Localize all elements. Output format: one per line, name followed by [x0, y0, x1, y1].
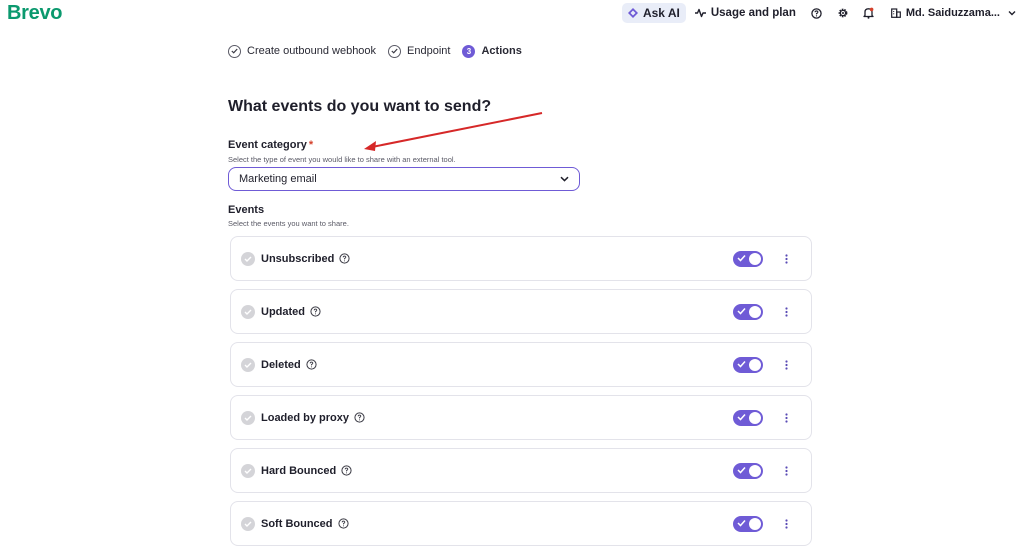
check-icon: [737, 254, 746, 262]
event-name: Soft Bounced: [261, 517, 333, 530]
event-category-select[interactable]: Marketing email: [228, 167, 580, 191]
more-options-icon[interactable]: [781, 305, 791, 319]
event-toggle[interactable]: [733, 356, 763, 373]
event-toggle[interactable]: [733, 303, 763, 320]
event-toggle[interactable]: [733, 250, 763, 267]
check-icon: [737, 307, 746, 315]
gear-icon: [838, 8, 848, 18]
question-circle-icon: [811, 7, 823, 19]
chevron-down-icon: [560, 176, 569, 182]
check-circle-icon[interactable]: [241, 516, 255, 531]
step-label: Endpoint: [407, 45, 451, 57]
toggle-knob: [749, 358, 761, 371]
user-name: Md. Saiduzzama...: [905, 7, 1000, 19]
activity-icon: [694, 8, 706, 18]
bell-icon: [863, 7, 875, 19]
help-button[interactable]: [809, 5, 825, 21]
event-row[interactable]: Soft Bounced: [230, 501, 812, 546]
usage-and-plan-button[interactable]: Usage and plan: [694, 7, 796, 19]
event-row[interactable]: Updated: [230, 289, 812, 334]
step-actions[interactable]: 3 Actions: [462, 44, 522, 58]
event-name: Hard Bounced: [261, 464, 337, 477]
step-endpoint[interactable]: Endpoint: [388, 44, 451, 58]
event-toggle[interactable]: [733, 409, 763, 426]
toggle-knob: [749, 252, 761, 265]
question-circle-icon[interactable]: [341, 465, 352, 476]
event-category-label: Event category *: [228, 139, 313, 151]
event-toggle[interactable]: [733, 462, 763, 479]
step-label: Actions: [481, 45, 522, 57]
required-marker: *: [308, 139, 314, 151]
question-circle-icon[interactable]: [339, 253, 350, 264]
check-circle-icon[interactable]: [241, 357, 255, 372]
events-helper: Select the events you want to share.: [228, 219, 349, 228]
check-circle-icon: [228, 44, 241, 58]
event-name: Unsubscribed: [261, 252, 335, 265]
toggle-knob: [749, 305, 761, 318]
event-name: Deleted: [261, 358, 301, 371]
event-category-label-text: Event category: [228, 139, 307, 151]
top-bar: Brevo Ask AI Usage and plan Md. Saiduzza…: [0, 0, 1024, 26]
events-label: Events: [228, 204, 265, 216]
event-row[interactable]: Hard Bounced: [230, 448, 812, 493]
toggle-knob: [749, 464, 761, 477]
event-row[interactable]: Loaded by proxy: [230, 395, 812, 440]
question-circle-icon[interactable]: [337, 518, 349, 529]
event-row[interactable]: Deleted: [230, 342, 812, 387]
step-number: 3: [462, 44, 476, 58]
more-options-icon[interactable]: [781, 252, 791, 266]
check-icon: [737, 519, 746, 527]
user-menu[interactable]: Md. Saiduzzama...: [890, 7, 1016, 19]
event-row[interactable]: Unsubscribed: [230, 236, 812, 281]
more-options-icon[interactable]: [781, 411, 791, 425]
organization-icon: [890, 8, 901, 18]
event-name: Updated: [261, 305, 305, 318]
more-options-icon[interactable]: [781, 464, 791, 478]
more-options-icon[interactable]: [781, 358, 791, 372]
settings-button[interactable]: [835, 5, 851, 21]
step-label: Create outbound webhook: [247, 45, 377, 57]
ask-ai-button[interactable]: Ask AI: [621, 3, 686, 23]
event-name: Loaded by proxy: [261, 411, 350, 424]
check-circle-icon[interactable]: [241, 251, 255, 266]
check-circle-icon[interactable]: [241, 410, 255, 425]
check-circle-icon[interactable]: [241, 304, 255, 319]
check-circle-icon[interactable]: [241, 463, 255, 478]
page-title: What events do you want to send?: [228, 98, 492, 115]
ai-spark-icon: [627, 8, 638, 18]
event-toggle[interactable]: [733, 515, 763, 532]
top-right-actions: Ask AI Usage and plan Md. Saiduzzama...: [621, 3, 1016, 23]
more-options-icon[interactable]: [781, 517, 791, 531]
check-circle-icon: [388, 44, 402, 58]
usage-label: Usage and plan: [710, 7, 796, 19]
step-create-outbound-webhook[interactable]: Create outbound webhook: [228, 44, 377, 58]
question-circle-icon[interactable]: [354, 412, 365, 423]
stepper: Create outbound webhook Endpoint 3 Actio…: [228, 43, 534, 59]
toggle-knob: [749, 517, 761, 530]
check-icon: [737, 360, 746, 368]
ask-ai-label: Ask AI: [642, 6, 680, 20]
check-icon: [737, 466, 746, 474]
event-category-helper: Select the type of event you would like …: [228, 155, 456, 164]
question-circle-icon[interactable]: [310, 306, 321, 317]
check-icon: [737, 413, 746, 421]
event-category-value: Marketing email: [239, 173, 317, 185]
notifications-button[interactable]: [861, 5, 877, 21]
brevo-logo[interactable]: Brevo: [7, 2, 63, 25]
toggle-knob: [749, 411, 761, 424]
question-circle-icon[interactable]: [306, 359, 317, 370]
chevron-down-icon: [1008, 11, 1016, 16]
